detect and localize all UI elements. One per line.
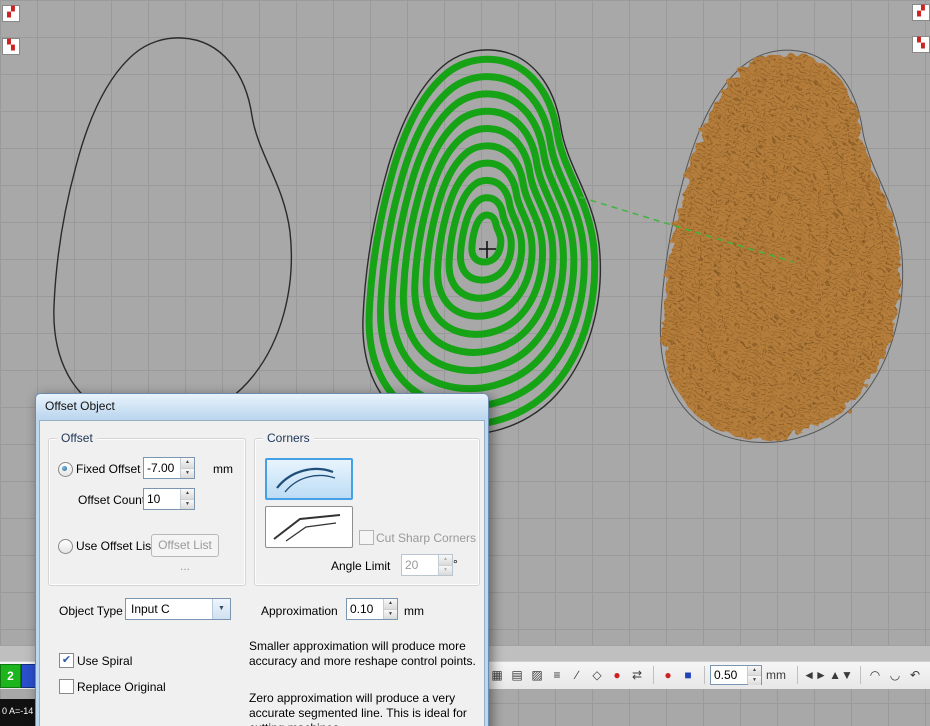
stitch-width-down-button[interactable]: ▼ [748, 676, 761, 685]
dialog-title[interactable]: Offset Object [36, 394, 488, 418]
spiral-offset-rings[interactable] [369, 59, 595, 424]
stitch-width-input[interactable]: ▲ ▼ [710, 665, 762, 685]
stitch-width-up-button[interactable]: ▲ [748, 666, 761, 676]
fixed-offset-unit-label: mm [213, 462, 233, 476]
angle-limit-up-button[interactable]: ▲ [439, 555, 452, 566]
top-right-tool-icon-2[interactable]: ▚ [912, 36, 930, 53]
round-corner-icon [267, 460, 351, 498]
top-left-tool-icon-2[interactable]: ▚ [2, 38, 20, 55]
arc-down-icon[interactable]: ◡ [886, 666, 904, 684]
approximation-down-button[interactable]: ▼ [384, 610, 397, 620]
angle-limit-value[interactable] [402, 555, 438, 575]
offset-count-label: Offset Count [78, 493, 145, 507]
approximation-note-1: Smaller approximation will produce more … [249, 639, 485, 669]
angle-limit-down-button[interactable]: ▼ [439, 566, 452, 576]
offset-object-dialog[interactable]: Offset Object Offset Fixed Offset ▲ ▼ mm… [35, 393, 489, 726]
replace-original-label: Replace Original [77, 680, 166, 694]
toolbar-separator [704, 666, 705, 684]
layer-badge-blue[interactable] [21, 664, 36, 688]
offset-count-value[interactable] [144, 489, 180, 509]
sharp-corner-icon [266, 507, 352, 547]
status-bar: 0 A=-14 [0, 699, 37, 726]
stop-point-icon[interactable]: ● [608, 666, 626, 684]
fixed-offset-radio[interactable] [58, 462, 73, 477]
offset-list-button[interactable]: Offset List ... [151, 534, 219, 557]
arc-up-icon[interactable]: ◠ [866, 666, 884, 684]
hatch-fill-icon[interactable]: ▨ [528, 666, 546, 684]
density-icon[interactable]: ≡ [548, 666, 566, 684]
fixed-offset-label: Fixed Offset [76, 462, 140, 476]
cut-sharp-corners-checkbox[interactable] [359, 530, 374, 545]
stitched-shape[interactable] [663, 54, 900, 439]
offset-count-down-button[interactable]: ▼ [181, 500, 194, 510]
toolbar-separator [653, 666, 654, 684]
object-type-value: Input C [126, 599, 212, 619]
use-spiral-label: Use Spiral [77, 654, 132, 668]
rotate-cw-icon[interactable]: ↷ [926, 666, 930, 684]
mirror-vertical-icon[interactable]: ▲▼ [829, 666, 853, 684]
approximation-unit-label: mm [404, 604, 424, 618]
sharp-corners-button[interactable] [265, 506, 353, 548]
offset-count-input[interactable]: ▲ ▼ [143, 488, 195, 510]
round-corners-button[interactable] [265, 458, 353, 500]
stitch-width-value[interactable] [711, 666, 747, 684]
approximation-label: Approximation [261, 604, 338, 618]
layer-badge-green[interactable]: 2 [0, 664, 21, 688]
toolbar-separator [797, 666, 798, 684]
color-blue-icon[interactable]: ■ [679, 666, 697, 684]
approximation-input[interactable]: ▲ ▼ [346, 598, 398, 620]
approximation-note-2: Zero approximation will produce a very a… [249, 691, 485, 726]
top-right-tool-icon-1[interactable]: ▞ [912, 4, 930, 21]
rotate-ccw-icon[interactable]: ↶ [906, 666, 924, 684]
use-offset-list-radio[interactable] [58, 539, 73, 554]
top-left-tool-icon-1[interactable]: ▞ [2, 5, 20, 22]
approximation-value[interactable] [347, 599, 383, 619]
offset-group-label: Offset [57, 431, 97, 445]
color-red-icon[interactable]: ● [659, 666, 677, 684]
node-edit-icon[interactable]: ◇ [588, 666, 606, 684]
cut-sharp-corners-label: Cut Sharp Corners [376, 531, 476, 545]
stitch-angle-icon[interactable]: ∕ [568, 666, 586, 684]
angle-limit-label: Angle Limit [331, 559, 390, 573]
checkmark-icon: ✔ [62, 654, 71, 666]
use-spiral-checkbox[interactable]: ✔ [59, 653, 74, 668]
fixed-offset-value[interactable] [144, 458, 180, 478]
object-type-label: Object Type [59, 604, 123, 618]
outline-shape[interactable] [54, 38, 291, 423]
toolbar-separator [860, 666, 861, 684]
mirror-horizontal-icon[interactable]: ◄► [803, 666, 827, 684]
application-window: ▞ ▚ ▞ ▚ 2 ▦ ▤ ▨ ≡ ∕ ◇ ● ⇄ ● ■ ▲ ▼ [0, 0, 930, 726]
fixed-offset-input[interactable]: ▲ ▼ [143, 457, 195, 479]
grid-fill-icon[interactable]: ▦ [488, 666, 506, 684]
dropdown-arrow-icon[interactable]: ▼ [212, 599, 230, 619]
object-type-dropdown[interactable]: Input C ▼ [125, 598, 231, 620]
replace-original-checkbox[interactable] [59, 679, 74, 694]
corners-group-label: Corners [263, 431, 314, 445]
approximation-up-button[interactable]: ▲ [384, 599, 397, 610]
use-offset-list-label: Use Offset List [76, 539, 154, 553]
angle-limit-input[interactable]: ▲ ▼ [401, 554, 453, 576]
fixed-offset-up-button[interactable]: ▲ [181, 458, 194, 469]
swap-direction-icon[interactable]: ⇄ [628, 666, 646, 684]
width-unit-label: mm [762, 666, 790, 684]
fixed-offset-down-button[interactable]: ▼ [181, 469, 194, 479]
angle-limit-unit-label: ° [453, 557, 458, 571]
offset-count-up-button[interactable]: ▲ [181, 489, 194, 500]
pattern-fill-icon[interactable]: ▤ [508, 666, 526, 684]
